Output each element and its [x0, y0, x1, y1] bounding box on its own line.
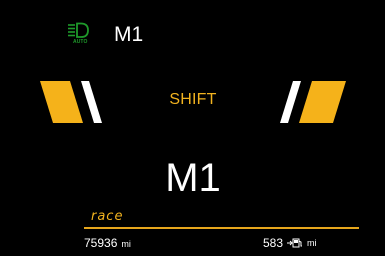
fuel-pump-icon — [287, 238, 303, 248]
odometer: 75936 mi — [84, 236, 131, 251]
shift-indicator: SHIFT — [169, 91, 217, 108]
shift-light-left-amber — [40, 81, 83, 123]
range-value: 583 — [263, 236, 284, 250]
gear-indicator: M1 — [165, 156, 221, 200]
shift-light-right — [280, 81, 346, 123]
divider-line — [84, 227, 359, 229]
status-row: AUTO M1 — [66, 22, 143, 48]
auto-label: AUTO — [73, 39, 88, 45]
range-unit: mi — [307, 238, 317, 248]
shift-light-left — [40, 81, 102, 123]
shift-light-left-white — [81, 81, 102, 123]
odometer-unit: mi — [121, 239, 131, 249]
shift-light-right-amber — [299, 81, 346, 123]
drive-mode-label: race — [91, 209, 124, 224]
odometer-value: 75936 — [84, 236, 118, 250]
fuel-range: 583 mi — [263, 236, 317, 250]
instrument-cluster-display: AUTO M1 SHIFT M1 race 75936 mi 583 mi — [0, 0, 385, 256]
shift-light-right-white — [280, 81, 301, 123]
auto-headlamp-icon: AUTO — [66, 22, 94, 48]
mode-indicator-top: M1 — [114, 23, 144, 46]
